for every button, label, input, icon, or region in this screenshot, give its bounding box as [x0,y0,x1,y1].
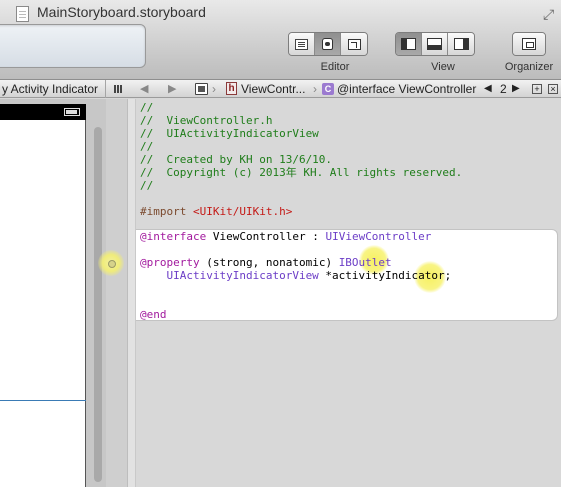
organizer-button[interactable] [513,33,545,55]
view-label: View [431,61,455,73]
import-directive: #import [140,205,187,218]
related-items-icon[interactable] [112,80,126,98]
project-icon[interactable] [195,83,208,95]
utilities-panel-icon [453,38,469,50]
fullscreen-icon[interactable]: ⤢ [543,6,554,23]
path-separator-icon: › [313,82,317,96]
property-line: @property (strong, nonatomic) IBOutlet [140,256,392,269]
end-keyword: @end [140,308,167,321]
code-comment-line: // UIActivityIndicatorView [140,127,319,140]
property-name: *activityIndicator; [318,269,452,282]
jump-bar-file[interactable]: ViewContr... [241,80,311,98]
window-title: MainStoryboard.storyboard [37,4,206,20]
connection-drag-point-icon[interactable] [98,250,124,276]
debug-area-toggle-button[interactable] [422,33,448,55]
previous-counterpart-icon[interactable]: ◀ [484,80,492,98]
navigator-panel-icon [401,38,416,50]
version-editor-icon [347,38,361,50]
code-comment-line: // [140,179,154,192]
jump-bar: y Activity Indicator ◀ ▶ › h ViewContr..… [0,80,561,98]
organizer-control [512,32,546,56]
status-bar [0,104,86,120]
storyboard-canvas[interactable] [0,99,106,487]
interface-line: @interface ViewController : UIViewContro… [140,230,431,243]
vertical-scrollbar[interactable] [94,127,102,482]
jump-bar-symbol[interactable]: @interface ViewController [337,80,477,98]
version-editor-button[interactable] [341,33,367,55]
standard-editor-button[interactable] [289,33,315,55]
code-editor[interactable]: // // ViewController.h // UIActivityIndi… [136,99,561,487]
iboutlet-keyword: IBOutlet [338,256,392,269]
window-toolbar: MainStoryboard.storyboard ⤢ Editor View … [0,0,561,80]
code-comment-line: // Copyright (c) 2013年 KH. All rights re… [140,166,463,179]
navigator-toggle-button[interactable] [396,33,422,55]
import-file: <UIKit/UIKit.h> [192,205,293,218]
activity-viewer [0,24,146,68]
property-type-line: UIActivityIndicatorView *activityIndicat… [140,269,451,282]
property-keyword: @property [140,256,200,269]
organizer-label: Organizer [504,61,554,73]
interface-declaration: ViewController : [206,230,326,243]
selection-guide-line [0,400,86,401]
battery-icon [64,108,80,116]
back-arrow-icon[interactable]: ◀ [140,80,148,98]
property-type: UIActivityIndicatorView [140,269,319,282]
canvas-jump-bar-label[interactable]: y Activity Indicator [0,80,106,98]
assistant-editor-icon [322,38,333,50]
close-editor-button[interactable]: × [548,84,558,94]
superclass-name: UIViewController [325,230,432,243]
add-editor-button[interactable]: + [532,84,542,94]
next-counterpart-icon[interactable]: ▶ [512,80,520,98]
property-attributes: (strong, nonatomic) [199,256,339,269]
header-file-icon: h [226,82,237,95]
view-controller-scene[interactable] [0,104,86,487]
counterpart-count: 2 [500,82,507,96]
view-toggle-control [395,32,475,56]
code-comment-line: // [140,140,154,153]
organizer-icon [522,38,536,50]
standard-editor-icon [295,38,308,50]
utilities-toggle-button[interactable] [448,33,474,55]
forward-arrow-icon[interactable]: ▶ [168,80,176,98]
editor-gutter [106,99,128,487]
import-line: #import <UIKit/UIKit.h> [140,205,292,218]
interface-keyword: @interface [140,230,207,243]
editor-mode-control [288,32,368,56]
assistant-editor-button[interactable] [315,33,341,55]
class-icon: C [322,83,334,95]
editor-focus-ribbon [128,99,136,487]
editor-label: Editor [320,61,350,73]
debug-panel-icon [427,38,442,50]
code-comment-line: // ViewController.h [140,114,273,127]
path-separator-icon: › [212,82,216,96]
document-icon [16,6,29,22]
code-comment-line: // [140,101,154,114]
code-comment-line: // Created by KH on 13/6/10. [140,153,333,166]
